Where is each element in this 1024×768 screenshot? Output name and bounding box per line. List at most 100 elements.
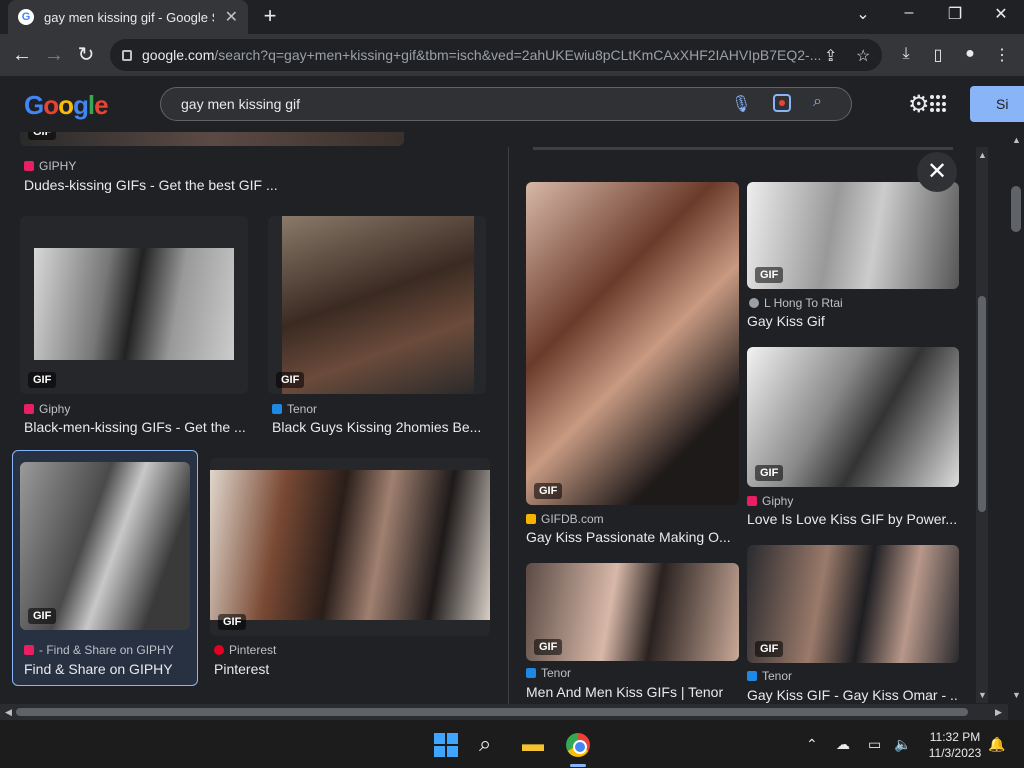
sign-in-button[interactable]: Si (970, 86, 1024, 122)
image-result-thumbnail[interactable]: GIF (20, 462, 190, 630)
gif-badge: GIF (276, 372, 305, 388)
volume-muted-icon[interactable]: 🔈 (894, 736, 911, 753)
giphy-icon (747, 496, 757, 506)
image-result-thumbnail[interactable]: GIF (526, 182, 739, 505)
gif-badge: GIF (755, 267, 784, 283)
tab-search-icon[interactable]: ⌄ (848, 4, 878, 24)
result-caption[interactable]: Gay Kiss Passionate Making O... (526, 529, 736, 545)
gifdb-icon (526, 514, 536, 524)
close-tab-icon[interactable]: ✕ (225, 7, 238, 27)
url-text[interactable]: google.com/search?q=gay+men+kissing+gif&… (142, 47, 822, 63)
search-input[interactable]: gay men kissing gif (181, 96, 300, 112)
result-caption[interactable]: Find & Share on GIPHY (24, 661, 194, 677)
result-source[interactable]: Pinterest (214, 643, 276, 657)
profile-icon[interactable]: ● (960, 45, 980, 63)
related-images-panel: GIF GIFDB.com Gay Kiss Passionate Making… (508, 147, 974, 704)
google-apps-icon[interactable] (930, 95, 948, 113)
result-source[interactable]: Tenor (747, 669, 792, 683)
reload-button[interactable]: ↻ (74, 43, 98, 67)
close-window-button[interactable]: ✕ (986, 4, 1016, 24)
tenor-icon (747, 671, 757, 681)
cloud-offline-icon[interactable]: ☁ (836, 736, 850, 753)
result-source[interactable]: GIPHY (24, 159, 76, 173)
tab-title: gay men kissing gif - Google Sea (44, 9, 214, 25)
scroll-right-arrow-icon[interactable]: ▶ (995, 707, 1002, 718)
result-caption[interactable]: Gay Kiss GIF - Gay Kiss Omar - ... (747, 687, 957, 703)
gif-badge: GIF (755, 641, 784, 657)
pinterest-icon (214, 645, 224, 655)
result-caption[interactable]: Men And Men Kiss GIFs | Tenor (526, 684, 738, 700)
image-result-thumbnail[interactable]: GIF (747, 182, 959, 289)
result-caption[interactable]: Black-men-kissing GIFs - Get the ... (24, 419, 246, 435)
search-icon[interactable]: ⌕ (813, 93, 822, 111)
windows-start-icon[interactable] (434, 733, 458, 757)
result-caption[interactable]: Black Guys Kissing 2homies Be... (272, 419, 486, 435)
image-result-thumbnail[interactable]: GIF (268, 216, 486, 394)
gif-image (20, 132, 404, 146)
share-icon[interactable]: ⇪ (824, 46, 837, 66)
minimize-button[interactable]: – (894, 4, 924, 22)
gif-badge: GIF (534, 483, 563, 499)
gif-badge: GIF (28, 372, 57, 388)
gif-image (282, 216, 474, 394)
giphy-icon (24, 645, 34, 655)
result-caption[interactable]: Gay Kiss Gif (747, 313, 957, 329)
google-header: Google gay men kissing gif 🎙 ⌕ ⚙ Si (0, 76, 1024, 132)
menu-icon[interactable]: ⋮ (992, 45, 1012, 65)
taskbar-clock[interactable]: 11:32 PM 11/3/2023 (920, 729, 990, 761)
page-scrollbar-thumb[interactable] (1011, 186, 1021, 232)
forward-button[interactable]: → (42, 43, 66, 67)
image-result-thumbnail[interactable]: GIF (747, 347, 959, 487)
bookmark-star-icon[interactable]: ☆ (856, 46, 870, 66)
gif-image (34, 248, 234, 360)
close-panel-button[interactable]: ✕ (917, 152, 957, 192)
network-icon[interactable]: ▭ (868, 736, 881, 753)
horizontal-scrollbar-thumb[interactable] (16, 708, 968, 716)
scroll-up-arrow-icon[interactable]: ▲ (1012, 135, 1021, 145)
show-hidden-icons-chevron-icon[interactable]: ⌃ (806, 736, 818, 753)
result-source[interactable]: Tenor (526, 666, 571, 680)
scroll-left-arrow-icon[interactable]: ◀ (5, 707, 12, 718)
microphone-icon[interactable]: 🎙 (731, 94, 751, 114)
restore-button[interactable]: ❐ (940, 4, 970, 24)
browser-toolbar: ← → ↻ google.com/search?q=gay+men+kissin… (0, 34, 1024, 76)
download-icon[interactable]: ⤓ (896, 45, 916, 63)
result-source[interactable]: - Find & Share on GIPHY (24, 643, 174, 657)
side-panel-icon[interactable]: ▯ (928, 45, 948, 65)
image-result-thumbnail[interactable]: GIF (747, 545, 959, 663)
google-lens-icon[interactable] (773, 94, 791, 112)
gif-badge: GIF (28, 608, 57, 624)
gif-badge: GIF (218, 614, 247, 630)
image-result-thumbnail[interactable]: GIF (526, 563, 739, 661)
result-source[interactable]: Tenor (272, 402, 317, 416)
address-bar[interactable]: google.com/search?q=gay+men+kissing+gif&… (110, 39, 882, 71)
scroll-down-arrow-icon[interactable]: ▼ (978, 690, 987, 700)
notification-bell-icon[interactable]: 🔔 (988, 736, 1005, 753)
result-source[interactable]: GIFDB.com (526, 512, 604, 526)
settings-gear-icon[interactable]: ⚙ (908, 90, 930, 119)
search-box[interactable]: gay men kissing gif 🎙 ⌕ (160, 87, 852, 121)
result-source[interactable]: Giphy (747, 494, 793, 508)
result-source[interactable]: L Hong To Rtai (749, 296, 843, 310)
image-result-thumbnail[interactable]: GIF (20, 132, 404, 146)
result-caption[interactable]: Dudes-kissing GIFs - Get the best GIF ..… (24, 177, 284, 193)
back-button[interactable]: ← (10, 43, 34, 67)
image-result-thumbnail[interactable]: GIF (20, 216, 248, 394)
file-explorer-icon[interactable]: ▬ (522, 731, 544, 757)
browser-tab[interactable]: G gay men kissing gif - Google Sea ✕ (8, 0, 248, 34)
panel-scrollbar-thumb[interactable] (978, 296, 986, 512)
new-tab-button[interactable]: + (258, 4, 282, 28)
globe-icon (749, 298, 759, 308)
result-source[interactable]: Giphy (24, 402, 70, 416)
gif-image (20, 462, 190, 630)
image-result-thumbnail[interactable]: GIF (210, 458, 490, 636)
google-logo[interactable]: Google (24, 90, 109, 121)
taskbar-search-icon[interactable]: ⌕ (479, 731, 491, 757)
result-caption[interactable]: Love Is Love Kiss GIF by Power... (747, 511, 957, 527)
scroll-down-arrow-icon[interactable]: ▼ (1012, 690, 1021, 700)
gif-image (210, 470, 490, 620)
gif-badge: GIF (28, 132, 57, 140)
scroll-up-arrow-icon[interactable]: ▲ (978, 150, 987, 160)
chrome-taskbar-icon[interactable] (566, 733, 590, 757)
result-caption[interactable]: Pinterest (214, 661, 474, 677)
